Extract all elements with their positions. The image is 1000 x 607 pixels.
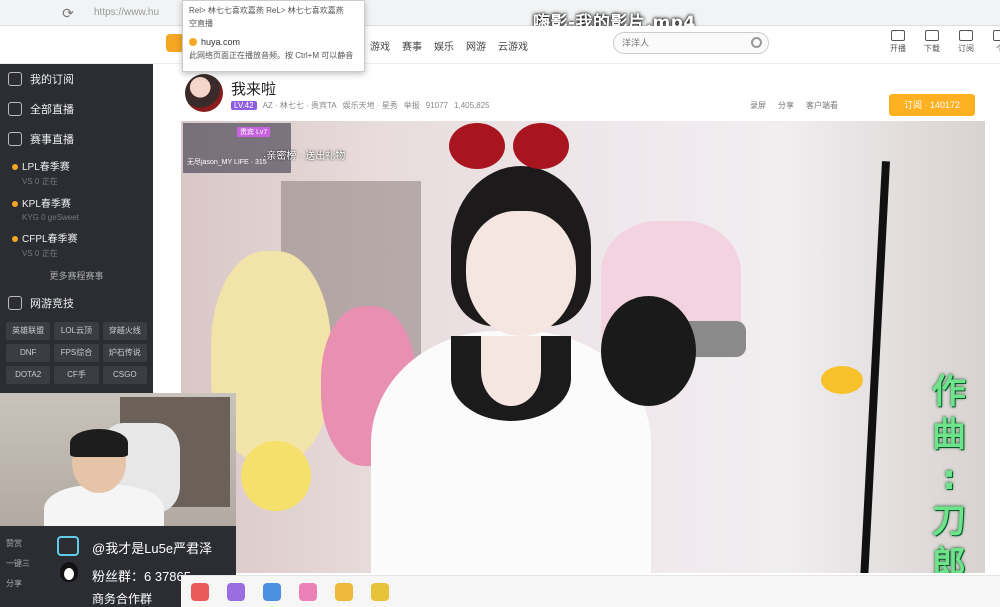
sidebar-item-esports[interactable]: 赛事直播 xyxy=(0,124,153,154)
level-badge: LV.42 xyxy=(231,101,257,110)
streamer-meta: LV.42 AZ · 林七七 · 贵宾TA 娱乐天地 · 星秀 举报 91077… xyxy=(231,100,490,111)
microphone xyxy=(601,296,696,406)
qq-penguin-icon xyxy=(60,562,78,582)
popup-tabs-line: Rel> 林七七喜欢嘉燕 ReL> 林七七喜欢嘉燕 xyxy=(189,6,344,15)
nav-esports[interactable]: 赛事 xyxy=(402,38,422,53)
nav-cloud-game[interactable]: 云游戏 xyxy=(498,38,528,53)
header-icons: 开播 下载 订阅 个 xyxy=(886,30,1000,54)
header-history[interactable]: 开播 xyxy=(886,30,910,54)
heart-icon xyxy=(8,72,22,86)
tag-item[interactable]: FPS综合 xyxy=(54,344,99,362)
subscribe-icon xyxy=(959,30,973,41)
caption-side-labels: 赞赏 一键三 分享 xyxy=(6,539,30,588)
mic-stand xyxy=(860,161,890,573)
business-group: 商务合作群 xyxy=(92,592,153,606)
streamer-info-bar: 我来啦 LV.42 AZ · 林七七 · 贵宾TA 娱乐天地 · 星秀 举报 9… xyxy=(153,64,1000,122)
tag-item[interactable]: DOTA2 xyxy=(6,366,51,384)
facecam-overlay xyxy=(0,393,236,526)
all-live-icon xyxy=(8,102,22,116)
tag-item[interactable]: 英雄联盟 xyxy=(6,322,51,340)
client-watch-button[interactable]: 客户端看 xyxy=(806,100,838,111)
creator-handle: @我才是Lu5e严君泽 xyxy=(92,541,213,556)
subscribe-button[interactable]: 订阅 · 140172 xyxy=(889,94,975,116)
tv-icon xyxy=(57,536,79,556)
league-dot-icon xyxy=(12,164,18,170)
header-download[interactable]: 下载 xyxy=(920,30,944,54)
header-user[interactable]: 个 xyxy=(988,30,1000,54)
site-header: 游戏 赛事 娱乐 网游 云游戏 开播 下载 订阅 个 xyxy=(0,26,1000,64)
more-schedules-link[interactable]: 更多赛程赛事 xyxy=(0,263,153,288)
league-kpl[interactable]: KPL春季赛 KYG 0 geSweet xyxy=(0,191,153,226)
tag-item[interactable]: CF手 xyxy=(54,366,99,384)
gift-bar xyxy=(181,575,1000,607)
browser-toolbar: ⟳ https://www.hu xyxy=(0,0,1000,26)
tag-item[interactable]: 穿越火线 xyxy=(102,322,147,340)
gift-gold-icon[interactable] xyxy=(335,582,353,601)
heat-count: 1,405,825 xyxy=(454,101,490,110)
user-icon xyxy=(993,30,1000,41)
record-button[interactable]: 录屏 xyxy=(750,100,766,111)
tag-item[interactable]: LOL云顶 xyxy=(54,322,99,340)
tag-item[interactable]: CSGO xyxy=(102,366,147,384)
gift-crown-icon[interactable] xyxy=(371,582,389,601)
gift-notice: ·亲密榜 · 送出礼物 xyxy=(263,151,346,162)
league-dot-icon xyxy=(12,201,18,207)
share-button[interactable]: 分享 xyxy=(778,100,794,111)
reload-icon[interactable]: ⟳ xyxy=(60,5,76,21)
download-icon xyxy=(925,30,939,41)
main-nav: 游戏 赛事 娱乐 网游 云游戏 xyxy=(370,38,528,53)
lyric-overlay: 作 曲 : 刀 郎 xyxy=(932,372,966,573)
sidebar-item-online-games[interactable]: 网游竞技 xyxy=(0,288,153,318)
gift-pink-icon[interactable] xyxy=(299,582,317,601)
search-input[interactable] xyxy=(614,33,744,53)
chat-line: 无尽jason_MY LIFE · 315 xyxy=(187,159,267,166)
chat-badge: 贵宾 Lv7 xyxy=(237,127,271,137)
category-link[interactable]: 娱乐天地 · 星秀 xyxy=(343,100,398,111)
audio-notification-popup: Rel> 林七七喜欢嘉燕 ReL> 林七七喜欢嘉燕 空直播 huya.com 此… xyxy=(182,0,365,72)
fan-group: 粉丝群：6 37865 xyxy=(92,569,191,584)
search-icon[interactable] xyxy=(751,37,762,48)
tag-item[interactable]: 炉石传说 xyxy=(102,344,147,362)
nav-online-games[interactable]: 网游 xyxy=(466,38,486,53)
site-favicon-icon xyxy=(189,38,197,46)
streamer-avatar[interactable] xyxy=(185,74,223,112)
report-link[interactable]: 举报 xyxy=(404,100,420,111)
streamer-room-title: 我来啦 xyxy=(231,81,277,98)
header-subscribe[interactable]: 订阅 xyxy=(954,30,978,54)
viewer-count: 91077 xyxy=(425,101,449,110)
trophy-icon xyxy=(8,132,22,146)
league-lpl[interactable]: LPL春季赛 VS 0 正在 xyxy=(0,154,153,191)
league-cfpl[interactable]: CFPL春季赛 VS 0 正在 xyxy=(0,226,153,263)
streamer-actions: 录屏 分享 客户端看 xyxy=(750,100,838,111)
live-video-player[interactable]: 贵宾 Lv7 无尽jason_MY LIFE · 315 ·亲密榜 · 送出礼物… xyxy=(181,121,985,573)
sidebar-item-subscriptions[interactable]: 我的订阅 xyxy=(0,64,153,94)
popup-site: huya.com xyxy=(201,37,241,47)
popup-subline: 空直播 xyxy=(189,19,213,28)
tag-item[interactable]: DNF xyxy=(6,344,51,362)
game-tags: 英雄联盟 LOL云顶 穿越火线 DNF FPS综合 炉石传说 DOTA2 CF手… xyxy=(0,318,153,388)
nav-game[interactable]: 游戏 xyxy=(370,38,390,53)
nav-entertainment[interactable]: 娱乐 xyxy=(434,38,454,53)
sidebar-item-all-live[interactable]: 全部直播 xyxy=(0,94,153,124)
gift-purple-icon[interactable] xyxy=(227,582,245,601)
search-box xyxy=(613,32,769,54)
league-dot-icon xyxy=(12,236,18,242)
gift-red-icon[interactable] xyxy=(191,582,209,601)
popup-message: 此网络页面正在播放音频。按 Ctrl+M 可以静音 xyxy=(189,51,354,60)
history-icon xyxy=(891,30,905,41)
facecam-person xyxy=(70,429,128,493)
gift-blue-icon[interactable] xyxy=(263,582,281,601)
red-bow xyxy=(449,123,569,173)
game-icon xyxy=(8,296,22,310)
address-bar[interactable]: https://www.hu xyxy=(94,7,159,18)
